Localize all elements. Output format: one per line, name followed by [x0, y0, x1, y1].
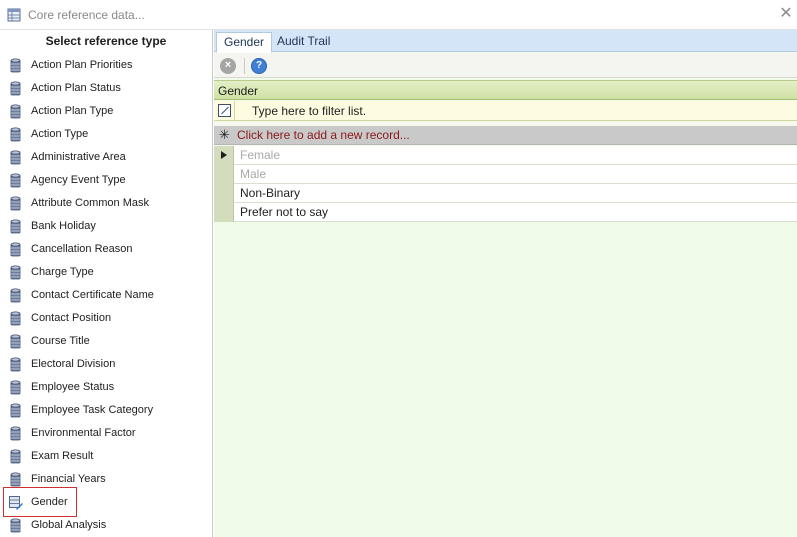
ref-item-label: Action Plan Status: [31, 82, 121, 94]
ref-item-exam-result[interactable]: Exam Result: [0, 445, 212, 468]
ref-item-employee-status[interactable]: Employee Status: [0, 376, 212, 399]
ref-item-global-analysis[interactable]: Global Analysis: [0, 514, 212, 537]
database-icon: [10, 58, 21, 73]
tab-audit-trail[interactable]: Audit Trail: [270, 32, 337, 53]
gender-column-header[interactable]: Gender: [214, 80, 797, 100]
reference-type-panel: Select reference type Action Plan Priori…: [0, 30, 213, 537]
filter-separator: [234, 101, 235, 121]
ref-item-cancellation-reason[interactable]: Cancellation Reason: [0, 238, 212, 261]
ref-item-label: Electoral Division: [31, 358, 116, 370]
app-table-icon: [7, 8, 21, 22]
toolbar: × ?: [214, 53, 797, 78]
tab-gender[interactable]: Gender: [216, 32, 273, 53]
ref-item-label: Bank Holiday: [31, 220, 96, 232]
ref-item-attribute-common-mask[interactable]: Attribute Common Mask: [0, 192, 212, 215]
database-icon: [10, 426, 21, 441]
ref-item-label: Financial Years: [31, 473, 106, 485]
ref-item-label: Cancellation Reason: [31, 243, 133, 255]
database-icon: [10, 357, 21, 372]
database-icon: [10, 219, 21, 234]
ref-item-contact-position[interactable]: Contact Position: [0, 307, 212, 330]
ref-item-label: Employee Task Category: [31, 404, 154, 416]
ref-item-label: Environmental Factor: [31, 427, 136, 439]
database-icon: [10, 150, 21, 165]
database-icon: [10, 472, 21, 487]
ref-item-label: Administrative Area: [31, 151, 126, 163]
current-row-arrow-icon: [221, 151, 227, 159]
ref-item-action-plan-priorities[interactable]: Action Plan Priorities: [0, 54, 212, 77]
database-icon: [10, 127, 21, 142]
filter-input[interactable]: Type here to filter list.: [252, 104, 366, 118]
ref-item-action-plan-status[interactable]: Action Plan Status: [0, 77, 212, 100]
help-icon[interactable]: ?: [251, 58, 267, 74]
selection-highlight: [3, 487, 77, 517]
ref-item-label: Exam Result: [31, 450, 94, 462]
row-selector[interactable]: [214, 146, 234, 165]
ref-item-agency-event-type[interactable]: Agency Event Type: [0, 169, 212, 192]
table-row[interactable]: Prefer not to say: [214, 203, 797, 222]
ref-item-action-plan-type[interactable]: Action Plan Type: [0, 100, 212, 123]
gender-value: Male: [240, 167, 267, 181]
delete-icon[interactable]: ×: [220, 58, 236, 74]
new-record-star-icon: ✳: [219, 127, 230, 142]
ref-item-course-title[interactable]: Course Title: [0, 330, 212, 353]
database-icon: [10, 403, 21, 418]
ref-item-administrative-area[interactable]: Administrative Area: [0, 146, 212, 169]
database-icon: [10, 265, 21, 280]
ref-item-label: Action Plan Priorities: [31, 59, 133, 71]
ref-item-label: Course Title: [31, 335, 90, 347]
filter-edit-icon[interactable]: [218, 104, 231, 117]
ref-item-contact-certificate-name[interactable]: Contact Certificate Name: [0, 284, 212, 307]
add-new-record-label: Click here to add a new record...: [237, 128, 410, 142]
database-icon: [10, 196, 21, 211]
reference-type-header: Select reference type: [45, 34, 167, 48]
table-row[interactable]: Non-Binary: [214, 184, 797, 203]
row-selector[interactable]: [214, 184, 234, 203]
database-icon: [10, 173, 21, 188]
window-title: Core reference data...: [28, 8, 145, 22]
ref-item-electoral-division[interactable]: Electoral Division: [0, 353, 212, 376]
database-icon: [10, 81, 21, 96]
column-header-label: Gender: [218, 84, 259, 98]
database-icon: [10, 449, 21, 464]
ref-item-employee-task-category[interactable]: Employee Task Category: [0, 399, 212, 422]
ref-item-label: Agency Event Type: [31, 174, 126, 186]
database-icon: [10, 518, 21, 533]
ref-item-label: Employee Status: [31, 381, 115, 393]
database-icon: [10, 311, 21, 326]
ref-item-environmental-factor[interactable]: Environmental Factor: [0, 422, 212, 445]
ref-item-label: Contact Position: [31, 312, 112, 324]
ref-item-bank-holiday[interactable]: Bank Holiday: [0, 215, 212, 238]
ref-item-label: Global Analysis: [31, 519, 107, 531]
ref-item-label: Charge Type: [31, 266, 94, 278]
gender-value: Prefer not to say: [240, 205, 329, 219]
table-row[interactable]: Male: [214, 165, 797, 184]
ref-item-charge-type[interactable]: Charge Type: [0, 261, 212, 284]
ref-item-action-type[interactable]: Action Type: [0, 123, 212, 146]
close-icon[interactable]: ✕: [777, 5, 795, 23]
database-icon: [10, 334, 21, 349]
database-icon: [10, 242, 21, 257]
detail-panel: Gender Audit Trail × ? Gender Type here …: [214, 30, 797, 537]
toolbar-separator: [244, 58, 245, 74]
row-selector[interactable]: [214, 203, 234, 222]
database-icon: [10, 288, 21, 303]
ref-item-label: Attribute Common Mask: [31, 197, 149, 209]
database-icon: [10, 104, 21, 119]
filter-row[interactable]: Type here to filter list.: [214, 101, 797, 121]
title-bar: Core reference data... ✕: [0, 0, 797, 30]
add-new-record-row[interactable]: ✳ Click here to add a new record...: [214, 126, 797, 145]
ref-item-label: Action Plan Type: [31, 105, 114, 117]
gender-value: Female: [240, 148, 281, 162]
ref-item-label: Action Type: [31, 128, 89, 140]
database-icon: [10, 380, 21, 395]
tab-strip: Gender Audit Trail: [214, 30, 797, 53]
ref-item-label: Contact Certificate Name: [31, 289, 154, 301]
row-selector[interactable]: [214, 165, 234, 184]
gender-value: Non-Binary: [240, 186, 301, 200]
table-row[interactable]: Female: [214, 146, 797, 165]
